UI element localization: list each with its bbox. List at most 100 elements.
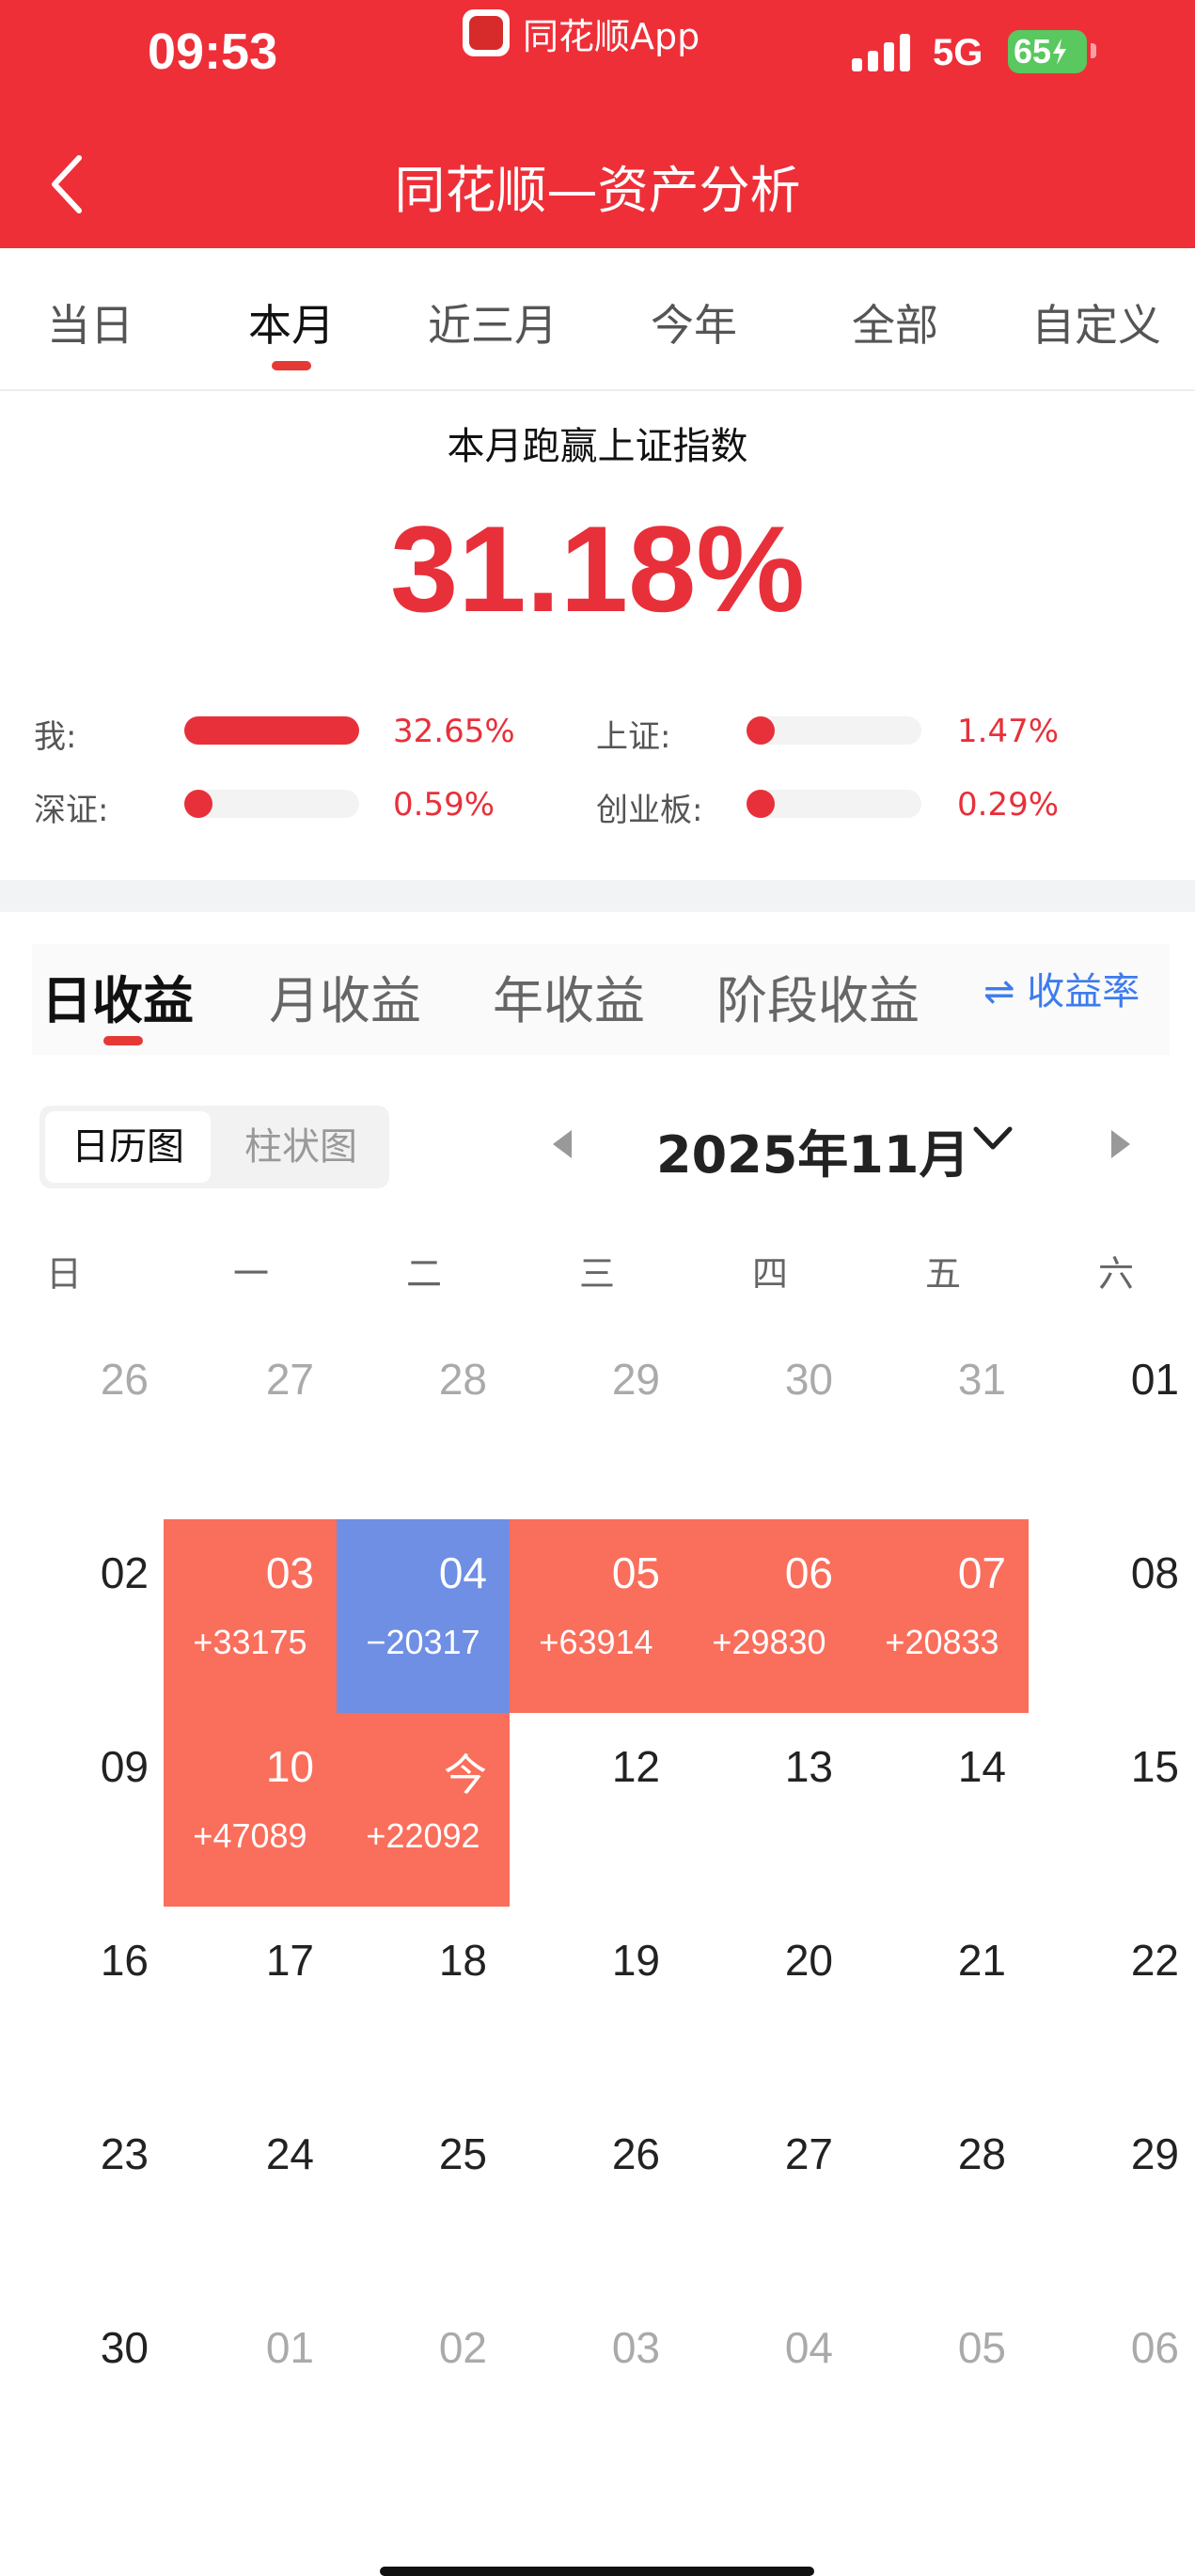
calendar-day-with-profit[interactable]: 04 −20317 — [337, 1519, 510, 1713]
calendar-day[interactable]: 01 — [1029, 1326, 1195, 1519]
calendar-view-button[interactable]: 日历图 — [45, 1111, 211, 1183]
weekday-label: 二 — [405, 1253, 442, 1295]
tab-custom[interactable]: 自定义 — [1012, 291, 1181, 353]
calendar-day[interactable]: 02 — [337, 2294, 510, 2488]
calendar-day[interactable]: 17 — [164, 1907, 337, 2100]
day-number: 01 — [265, 2323, 314, 2372]
calendar-day[interactable]: 20 — [683, 1907, 856, 2100]
metric-label-shenzhen: 深证: — [34, 792, 109, 829]
battery-cap — [1091, 43, 1096, 58]
day-number: 06 — [784, 1548, 833, 1597]
calendar-day[interactable]: 14 — [856, 1713, 1029, 1907]
tab-all[interactable]: 全部 — [810, 291, 980, 353]
calendar-day[interactable]: 09 — [0, 1713, 171, 1907]
day-number: 03 — [611, 2323, 660, 2372]
calendar-day-with-profit[interactable]: 07 +20833 — [856, 1519, 1029, 1713]
next-month-icon[interactable] — [1111, 1130, 1130, 1158]
day-number: 02 — [438, 2323, 487, 2372]
day-number: 05 — [611, 1548, 660, 1597]
calendar-day[interactable]: 05 — [856, 2294, 1029, 2488]
calendar-day[interactable]: 31 — [856, 1326, 1029, 1519]
calendar-day-with-profit[interactable]: 06 +29830 — [683, 1519, 856, 1713]
tab-three-months[interactable]: 近三月 — [408, 291, 577, 353]
calendar-day[interactable]: 21 — [856, 1907, 1029, 2100]
calendar-day[interactable]: 13 — [683, 1713, 856, 1907]
day-profit: +33175 — [193, 1623, 307, 1661]
tab-today[interactable]: 当日 — [6, 291, 175, 353]
calendar-day[interactable]: 29 — [1029, 2100, 1195, 2294]
day-number: 03 — [265, 1548, 314, 1597]
tab-monthly-profit[interactable]: 月收益 — [269, 959, 421, 1033]
weekday-label: 一 — [232, 1253, 269, 1295]
month-selector[interactable]: 2025年11月 — [656, 1113, 969, 1187]
day-number: 01 — [1130, 1355, 1179, 1404]
calendar-day[interactable]: 04 — [683, 2294, 856, 2488]
rate-toggle-button[interactable]: ⇌ 收益率 — [983, 961, 1140, 1015]
battery-icon: 65 — [1008, 30, 1087, 73]
swap-arrows-icon: ⇌ — [983, 970, 1015, 1013]
day-number: 09 — [100, 1742, 149, 1791]
calendar-day[interactable]: 18 — [337, 1907, 510, 2100]
calendar-day-with-profit[interactable]: 03 +33175 — [164, 1519, 337, 1713]
calendar-day[interactable]: 26 — [510, 2100, 683, 2294]
calendar-day-with-profit[interactable]: 05 +63914 — [510, 1519, 683, 1713]
active-tab-indicator — [272, 361, 311, 370]
calendar-day[interactable]: 08 — [1029, 1519, 1195, 1713]
home-indicator — [380, 2567, 814, 2576]
calendar-day[interactable]: 25 — [337, 2100, 510, 2294]
calendar-day[interactable]: 27 — [683, 2100, 856, 2294]
day-profit: +47089 — [193, 1816, 307, 1855]
calendar-day[interactable]: 22 — [1029, 1907, 1195, 2100]
metric-value-mine: 32.65% — [393, 713, 515, 750]
calendar-day-with-profit[interactable]: 今 +22092 — [337, 1713, 510, 1907]
calendar-day[interactable]: 01 — [164, 2294, 337, 2488]
calendar-day[interactable]: 30 — [683, 1326, 856, 1519]
calendar-day[interactable]: 15 — [1029, 1713, 1195, 1907]
metric-value-shenzhen: 0.59% — [393, 786, 495, 824]
day-number: 10 — [265, 1742, 314, 1791]
calendar-day[interactable]: 24 — [164, 2100, 337, 2294]
metric-label-shanghai: 上证: — [596, 718, 671, 756]
calendar-day[interactable]: 02 — [0, 1519, 171, 1713]
network-type: 5G — [933, 32, 983, 73]
weekday-label: 六 — [1097, 1253, 1134, 1295]
day-number: 18 — [438, 1936, 487, 1985]
calendar-day[interactable]: 16 — [0, 1907, 171, 2100]
day-number: 14 — [957, 1742, 1006, 1791]
outperform-percentage: 31.18% — [390, 500, 805, 637]
metric-bar-shanghai — [747, 716, 921, 745]
day-number: 28 — [438, 1355, 487, 1404]
bar-view-button[interactable]: 柱状图 — [220, 1111, 382, 1183]
calendar-day[interactable]: 29 — [510, 1326, 683, 1519]
chevron-down-icon[interactable] — [972, 1124, 1014, 1153]
calendar-day[interactable]: 19 — [510, 1907, 683, 2100]
tab-daily-profit[interactable]: 日收益 — [41, 959, 194, 1033]
calendar-day[interactable]: 27 — [164, 1326, 337, 1519]
calendar-day[interactable]: 26 — [0, 1326, 171, 1519]
day-number: 22 — [1130, 1936, 1179, 1985]
metric-label-mine: 我: — [34, 718, 77, 756]
calendar-day[interactable]: 28 — [856, 2100, 1029, 2294]
calendar-day[interactable]: 03 — [510, 2294, 683, 2488]
day-number: 19 — [611, 1936, 660, 1985]
calendar-day[interactable]: 28 — [337, 1326, 510, 1519]
weekday-label: 五 — [924, 1253, 961, 1295]
cell-signal-icon — [852, 32, 912, 71]
calendar-day[interactable]: 06 — [1029, 2294, 1195, 2488]
day-profit: +20833 — [885, 1623, 999, 1661]
calendar-day-with-profit[interactable]: 10 +47089 — [164, 1713, 337, 1907]
day-number: 26 — [100, 1355, 149, 1404]
calendar-day[interactable]: 30 — [0, 2294, 171, 2488]
calendar-day[interactable]: 12 — [510, 1713, 683, 1907]
tab-this-month[interactable]: 本月 — [207, 291, 376, 353]
day-number: 04 — [438, 1548, 487, 1597]
tab-this-year[interactable]: 今年 — [609, 291, 778, 353]
metric-bar-chinext — [747, 790, 921, 818]
section-divider — [0, 880, 1195, 912]
prev-month-icon[interactable] — [553, 1130, 572, 1158]
tab-yearly-profit[interactable]: 年收益 — [493, 959, 645, 1033]
calendar-day[interactable]: 23 — [0, 2100, 171, 2294]
tab-stage-profit[interactable]: 阶段收益 — [716, 959, 920, 1033]
day-number: 13 — [784, 1742, 833, 1791]
day-number: 29 — [1130, 2129, 1179, 2178]
